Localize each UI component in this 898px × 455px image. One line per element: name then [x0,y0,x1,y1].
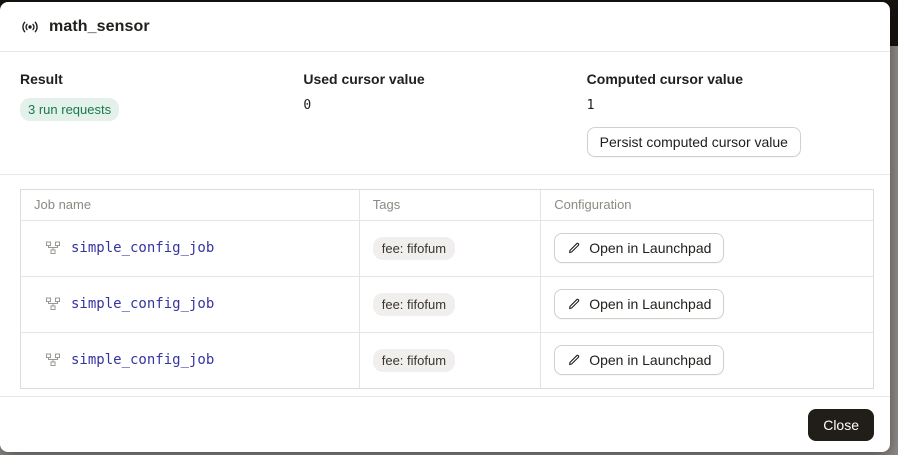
tag-pill: fee: fifofum [373,293,455,316]
summary-divider [0,174,890,175]
job-name-link[interactable]: simple_config_job [71,352,214,368]
open-in-launchpad-button[interactable]: Open in Launchpad [554,233,724,263]
evaluation-summary: Result 3 run requests Used cursor value … [0,52,890,157]
pencil-icon [567,353,581,367]
table-row: simple_config_job fee: fifofum Open in L… [21,276,873,332]
job-icon [45,352,61,368]
pencil-icon [567,297,581,311]
column-header-tags: Tags [359,190,540,220]
used-cursor-section: Used cursor value 0 [303,71,586,157]
open-in-launchpad-button[interactable]: Open in Launchpad [554,289,724,319]
computed-cursor-value: 1 [587,98,870,114]
pencil-icon [567,241,581,255]
column-header-job-name: Job name [21,190,359,220]
job-name-cell: simple_config_job [34,352,347,368]
computed-cursor-label: Computed cursor value [587,71,870,88]
result-section: Result 3 run requests [20,71,303,157]
dialog-footer: Close [0,396,890,452]
close-button[interactable]: Close [808,409,874,441]
used-cursor-label: Used cursor value [303,71,586,88]
job-name-cell: simple_config_job [34,240,347,256]
job-name-cell: simple_config_job [34,296,347,312]
column-header-configuration: Configuration [541,190,873,220]
job-name-link[interactable]: simple_config_job [71,240,214,256]
job-icon [45,240,61,256]
dialog-header: math_sensor [0,2,890,52]
persist-cursor-button-label: Persist computed cursor value [600,134,788,150]
table-row: simple_config_job fee: fifofum Open in L… [21,332,873,388]
table-row: simple_config_job fee: fifofum Open in L… [21,220,873,276]
result-label: Result [20,71,303,88]
sensor-icon [20,17,40,37]
job-name-link[interactable]: simple_config_job [71,296,214,312]
tag-pill: fee: fifofum [373,237,455,260]
used-cursor-value: 0 [303,98,586,114]
sensor-evaluation-dialog: math_sensor Result 3 run requests Used c… [0,2,890,452]
open-in-launchpad-label: Open in Launchpad [589,352,711,368]
run-requests-table: Job name Tags Configuration [20,189,874,389]
tag-pill: fee: fifofum [373,349,455,372]
dialog-title: math_sensor [49,18,150,36]
job-icon [45,296,61,312]
open-in-launchpad-label: Open in Launchpad [589,296,711,312]
run-requests-badge: 3 run requests [20,98,119,121]
table-header-row: Job name Tags Configuration [21,190,873,220]
open-in-launchpad-button[interactable]: Open in Launchpad [554,345,724,375]
persist-cursor-button[interactable]: Persist computed cursor value [587,127,801,157]
table-body: simple_config_job fee: fifofum Open in L… [21,220,873,388]
open-in-launchpad-label: Open in Launchpad [589,240,711,256]
computed-cursor-section: Computed cursor value 1 Persist computed… [587,71,870,157]
